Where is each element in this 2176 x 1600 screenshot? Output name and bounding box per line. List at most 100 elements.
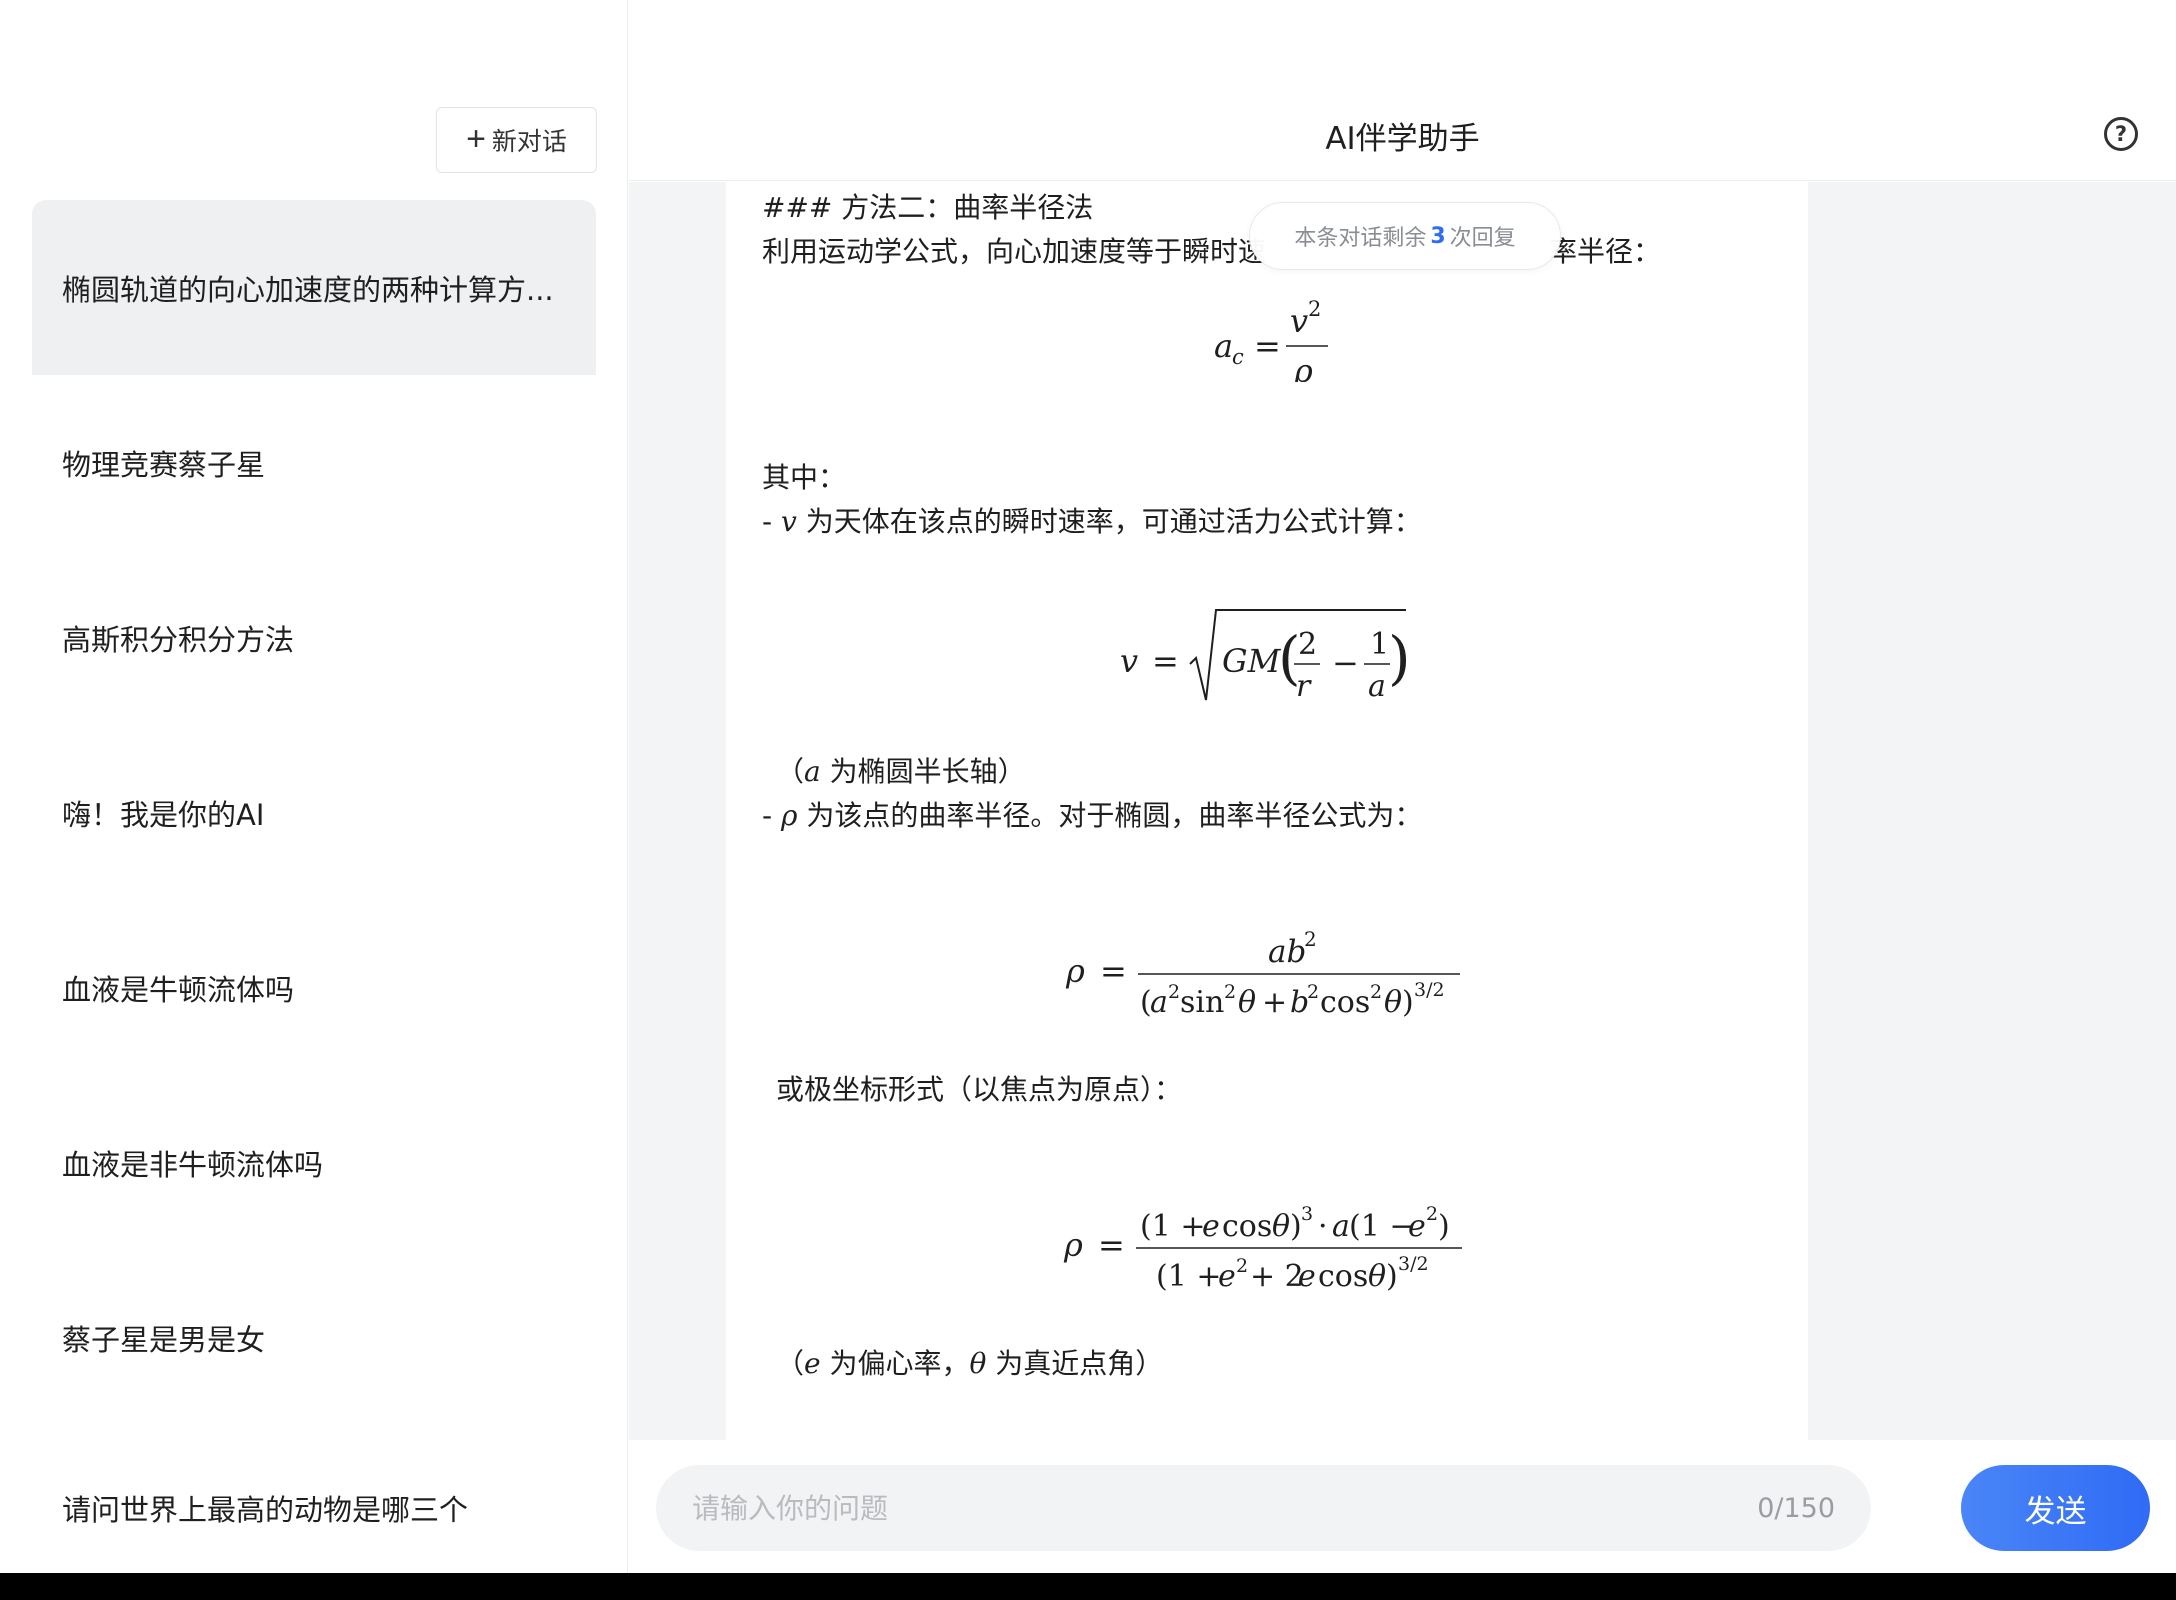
intro-text-right: 率半径： bbox=[1549, 235, 1662, 268]
input-bar: 0/150 发送 bbox=[629, 1440, 2176, 1573]
note-eccentricity: （e 为偏心率，θ 为真近点角） bbox=[776, 1342, 1163, 1386]
svg-text:2: 2 bbox=[1307, 981, 1319, 1003]
app-window: + 新对话 椭圆轨道的向心加速度的两种计算方... 物理竞赛蔡子星 高斯积分积分… bbox=[0, 0, 2176, 1600]
bottom-bar bbox=[0, 1573, 2176, 1600]
svg-text:cos: cos bbox=[1318, 1259, 1368, 1294]
svg-text:): ) bbox=[1402, 985, 1414, 1020]
svg-text:=: = bbox=[1152, 642, 1179, 680]
note-paren: （ bbox=[776, 755, 805, 788]
sidebar: + 新对话 椭圆轨道的向心加速度的两种计算方... 物理竞赛蔡子星 高斯积分积分… bbox=[0, 0, 628, 1573]
question-input[interactable] bbox=[692, 1491, 1758, 1525]
svg-text:1: 1 bbox=[1370, 627, 1389, 662]
svg-text:v: v bbox=[1120, 642, 1138, 680]
svg-text:sin: sin bbox=[1180, 985, 1224, 1020]
svg-text:ρ: ρ bbox=[1293, 352, 1313, 382]
svg-text:a: a bbox=[1332, 1209, 1350, 1244]
conversation-item[interactable]: 请问世界上最高的动物是哪三个 bbox=[32, 1425, 596, 1591]
conversation-item[interactable]: 高斯积分积分方法 bbox=[32, 550, 596, 725]
var-rho: ρ bbox=[781, 799, 798, 832]
chat-header: AI伴学助手 ? bbox=[629, 40, 2176, 181]
conversation-title: 物理竞赛蔡子星 bbox=[62, 447, 266, 482]
bullet-radius-text: 为该点的曲率半径。对于椭圆，曲率半径公式为： bbox=[797, 799, 1423, 832]
remaining-replies-badge: 本条对话剩余 3 次回复 bbox=[1249, 202, 1561, 270]
svg-text:−: − bbox=[1332, 644, 1359, 682]
formula-curvature-radius: ρ = ab 2 ( a 2 sin 2 θ + b 2 cos 2 θ ) 3… bbox=[1065, 927, 1460, 1020]
note-semimajor-text: 为椭圆半长轴） bbox=[820, 755, 1026, 788]
where-label: 其中： bbox=[762, 461, 847, 494]
svg-text:(1 +: (1 + bbox=[1156, 1259, 1221, 1294]
conversation-item[interactable]: 物理竞赛蔡子星 bbox=[32, 375, 596, 550]
svg-text:GM: GM bbox=[1222, 642, 1282, 680]
var-e: e bbox=[804, 1347, 821, 1380]
formula-curvature-polar: ρ = (1 + e cos θ ) 3 · a (1 − e 2 ) (1 +… bbox=[1063, 1203, 1462, 1294]
var-theta: θ bbox=[969, 1347, 987, 1380]
svg-text:=: = bbox=[1254, 327, 1281, 365]
send-button[interactable]: 发送 bbox=[1961, 1465, 2150, 1551]
svg-text:2: 2 bbox=[1236, 1255, 1248, 1277]
conversation-title: 请问世界上最高的动物是哪三个 bbox=[62, 1493, 469, 1527]
svg-text:=: = bbox=[1098, 1226, 1125, 1264]
svg-text:3: 3 bbox=[1301, 1203, 1313, 1225]
svg-text:2: 2 bbox=[1224, 981, 1236, 1003]
svg-text:): ) bbox=[1290, 1209, 1302, 1244]
message-heading: ### 方法二：曲率半径法 bbox=[762, 191, 1094, 224]
svg-text:·: · bbox=[1318, 1209, 1328, 1244]
remaining-suffix: 次回复 bbox=[1449, 226, 1516, 251]
note-anomaly-text: 为真近点角） bbox=[986, 1347, 1164, 1380]
var-v: v bbox=[781, 505, 797, 538]
svg-text:(1 +: (1 + bbox=[1140, 1209, 1205, 1244]
svg-text:e: e bbox=[1408, 1209, 1426, 1244]
conversation-item[interactable]: 血液是非牛顿流体吗 bbox=[32, 1075, 596, 1250]
svg-text:+ 2: + 2 bbox=[1250, 1259, 1304, 1294]
svg-text:cos: cos bbox=[1222, 1209, 1272, 1244]
svg-text:r: r bbox=[1296, 669, 1312, 704]
intro-text-left: 利用运动学公式，向心加速度等于瞬时速 bbox=[762, 235, 1267, 268]
note-eccentricity-text: 为偏心率， bbox=[820, 1347, 970, 1380]
formula-vis-viva: v = GM ( 2 r − 1 a ) bbox=[1120, 609, 1406, 704]
svg-text:ρ: ρ bbox=[1065, 952, 1085, 990]
char-counter: 0/150 bbox=[1757, 1492, 1835, 1524]
bullet-dash: - bbox=[762, 799, 782, 832]
svg-text:a: a bbox=[1368, 669, 1386, 704]
svg-text:+: + bbox=[1262, 985, 1287, 1020]
svg-text:2: 2 bbox=[1426, 1203, 1438, 1225]
svg-text:ab: ab bbox=[1268, 934, 1306, 970]
conversation-title: 高斯积分积分方法 bbox=[62, 622, 295, 657]
conversation-title: 血液是牛顿流体吗 bbox=[62, 972, 295, 1007]
conversation-item[interactable]: 椭圆轨道的向心加速度的两种计算方... bbox=[32, 200, 596, 375]
formula-centripetal: a c = v 2 ρ bbox=[1214, 297, 1328, 382]
svg-text:2: 2 bbox=[1168, 981, 1180, 1003]
svg-text:): ) bbox=[1388, 624, 1406, 692]
remaining-prefix: 本条对话剩余 bbox=[1294, 226, 1427, 251]
svg-text:ρ: ρ bbox=[1063, 1226, 1083, 1264]
note-paren: （ bbox=[776, 1347, 805, 1380]
message-intro: 利用运动学公式，向心加速度等于瞬时速 bbox=[762, 230, 1266, 274]
svg-text:2: 2 bbox=[1308, 297, 1321, 321]
svg-text:e: e bbox=[1218, 1259, 1236, 1294]
bullet-dash: - bbox=[762, 505, 782, 538]
svg-text:2: 2 bbox=[1298, 627, 1317, 662]
svg-text:3/2: 3/2 bbox=[1414, 979, 1445, 1001]
question-input-container[interactable]: 0/150 bbox=[656, 1465, 1871, 1551]
new-chat-button[interactable]: + 新对话 bbox=[436, 107, 597, 173]
svg-text:a: a bbox=[1150, 985, 1168, 1020]
conversation-item[interactable]: 蔡子星是男是女 bbox=[32, 1250, 596, 1425]
conversation-title: 血液是非牛顿流体吗 bbox=[62, 1147, 324, 1182]
svg-text:c: c bbox=[1232, 345, 1244, 369]
assistant-message: ### 方法二：曲率半径法 利用运动学公式，向心加速度等于瞬时速 率半径： a … bbox=[726, 182, 1808, 1440]
conversation-item[interactable]: 血液是牛顿流体吗 bbox=[32, 900, 596, 1075]
svg-text:e: e bbox=[1202, 1209, 1220, 1244]
new-chat-label: 新对话 bbox=[491, 128, 567, 156]
question-circle-icon[interactable]: ? bbox=[2104, 117, 2138, 151]
svg-text:a: a bbox=[1214, 327, 1233, 365]
bullet-radius: - ρ 为该点的曲率半径。对于椭圆，曲率半径公式为： bbox=[762, 794, 1422, 838]
conversation-title: 嗨！我是你的AI bbox=[62, 797, 265, 832]
svg-text:): ) bbox=[1438, 1209, 1450, 1244]
conversation-item[interactable]: 嗨！我是你的AI bbox=[32, 725, 596, 900]
remaining-count: 3 bbox=[1430, 223, 1446, 249]
chat-area[interactable]: ### 方法二：曲率半径法 利用运动学公式，向心加速度等于瞬时速 率半径： a … bbox=[629, 182, 2176, 1440]
plus-icon: + bbox=[466, 120, 486, 158]
note-semimajor: （a 为椭圆半长轴） bbox=[776, 750, 1026, 794]
svg-text:cos: cos bbox=[1320, 985, 1370, 1020]
svg-text:θ: θ bbox=[1238, 985, 1256, 1020]
